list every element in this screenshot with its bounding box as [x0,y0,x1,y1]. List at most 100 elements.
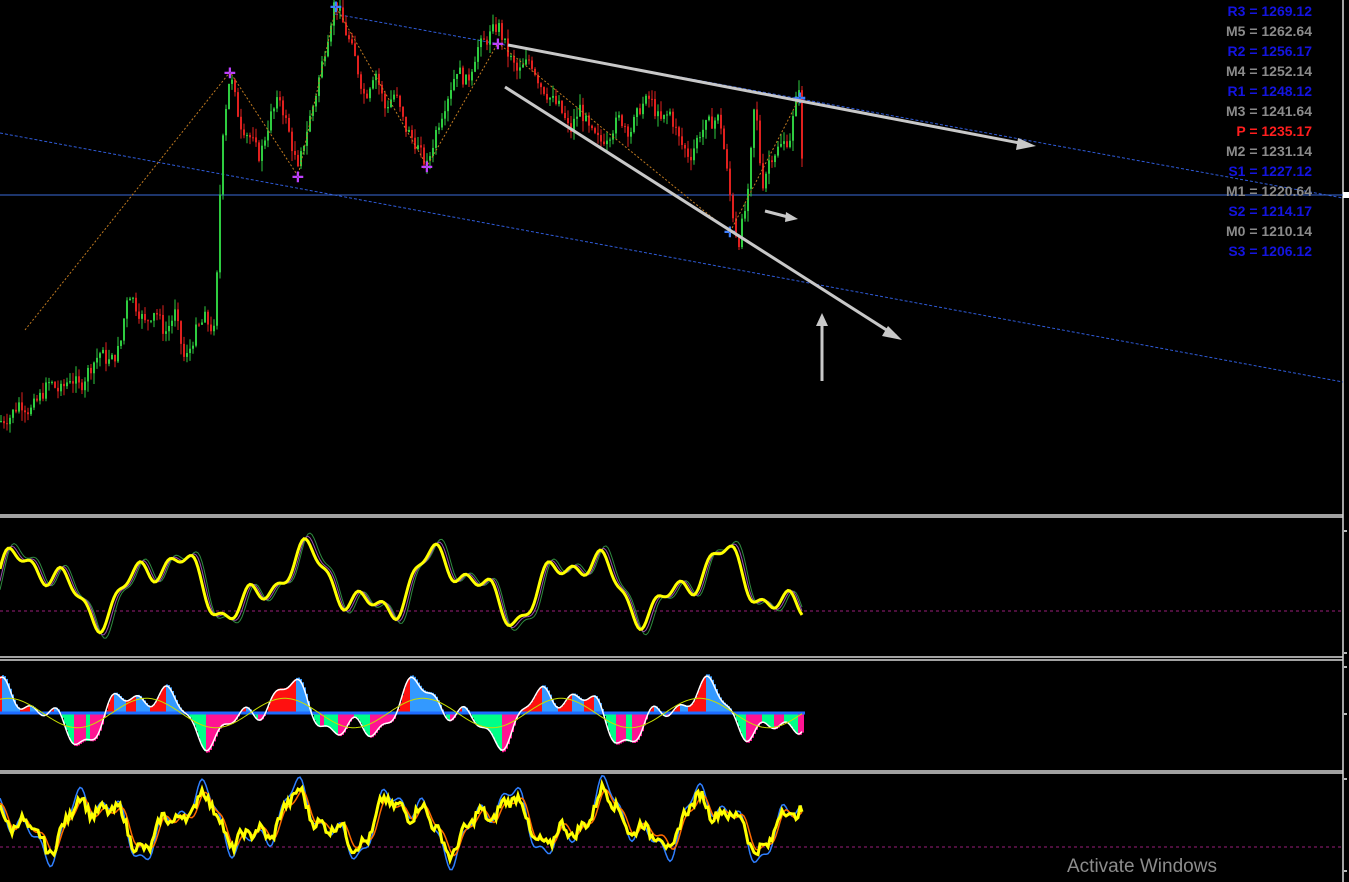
candle-body [156,313,158,315]
candle-body [648,95,650,99]
candle-body [567,118,569,124]
histogram-bar [288,686,290,713]
candle-body [366,93,368,99]
candle-body [669,111,671,115]
candle-body [441,118,443,128]
candle-body [87,367,89,382]
histogram-bar [770,713,772,728]
candle-body [459,67,461,74]
histogram-bar [68,713,70,736]
histogram-bar [618,713,620,745]
histogram-bar [198,713,200,737]
histogram-bar [742,713,744,737]
candle-body [252,137,254,139]
histogram-bar [502,713,504,753]
candle-body [204,311,206,323]
candle-body [60,383,62,392]
histogram-bar [566,699,568,713]
candle-body [354,43,356,57]
histogram-bar [410,675,412,713]
histogram-bar [586,699,588,713]
candle-body [345,22,347,36]
candle-body [195,324,197,346]
candle-body [36,398,38,401]
candle-body [129,298,131,301]
candle-body [219,194,221,273]
candle-body [114,354,116,362]
candle-body [351,39,353,44]
candle-body [72,381,74,384]
candle-body [690,156,692,161]
pivot-level-label: S2 = 1214.17 [1228,203,1312,219]
histogram-bar [536,693,538,713]
histogram-bar [92,713,94,742]
candle-body [681,136,683,145]
histogram-bar [504,713,506,752]
histogram-bar [616,713,618,745]
candle-body [84,381,86,391]
histogram-bar [206,713,208,753]
candle-body [111,354,113,360]
candle-body [621,115,623,127]
candle-body [300,151,302,167]
candle-body [750,147,752,189]
candle-body [471,71,473,81]
candle-body [372,80,374,89]
histogram-bar [110,698,112,713]
candle-body [624,126,626,128]
candle-body [462,67,464,85]
candle-body [201,322,203,325]
candle-body [579,104,581,117]
candle-body [438,127,440,130]
candle-body [21,402,23,411]
candle-body [153,313,155,321]
histogram-bar [284,688,286,713]
candle-body [549,97,551,100]
candle-body [183,343,185,357]
candle-body [453,78,455,91]
histogram-bar [496,713,498,745]
activate-windows-watermark: Activate Windows [1067,856,1217,877]
candle-body [693,148,695,161]
candle-body [672,111,674,127]
candle-body [321,61,323,78]
pivot-level-label: M1 = 1220.64 [1226,183,1312,199]
histogram-bar [112,694,114,713]
histogram-bar [706,674,708,713]
candle-body [759,120,761,164]
histogram-bar [476,713,478,725]
candle-body [777,146,779,156]
histogram-bar [794,713,796,732]
candle-body [279,97,281,101]
histogram-bar [746,713,748,743]
candle-body [402,106,404,117]
candle-body [165,331,167,334]
pivot-level-label: R1 = 1248.12 [1228,83,1313,99]
histogram-bar [426,691,428,713]
candle-body [135,297,137,312]
candle-body [720,114,722,129]
trading-chart[interactable]: ✛ ✛ ✛ ✛ ✛ ✛ ✛ R3 = 1269.12M5 = 1262.64R2… [0,0,1349,882]
histogram-bar [430,692,432,713]
histogram-bar [700,684,702,713]
candle-body [216,272,218,326]
candle-body [69,381,71,383]
histogram-bar [406,682,408,713]
candle-body [789,140,791,148]
candle-body [585,115,587,122]
candle-body [99,353,101,358]
histogram-bar [704,676,706,713]
candle-body [228,83,230,110]
candle-body [687,148,689,157]
histogram-bar [412,675,414,713]
candle-body [393,94,395,100]
candle-body [90,367,92,374]
fractal-arrow-up-icon: ✛ [224,65,236,81]
histogram-bar [88,713,90,741]
candle-body [771,160,773,163]
candle-body [660,111,662,119]
pivot-level-label: M3 = 1241.64 [1226,103,1312,119]
candle-body [753,109,755,148]
histogram-bar [316,713,318,725]
candle-body [96,357,98,363]
